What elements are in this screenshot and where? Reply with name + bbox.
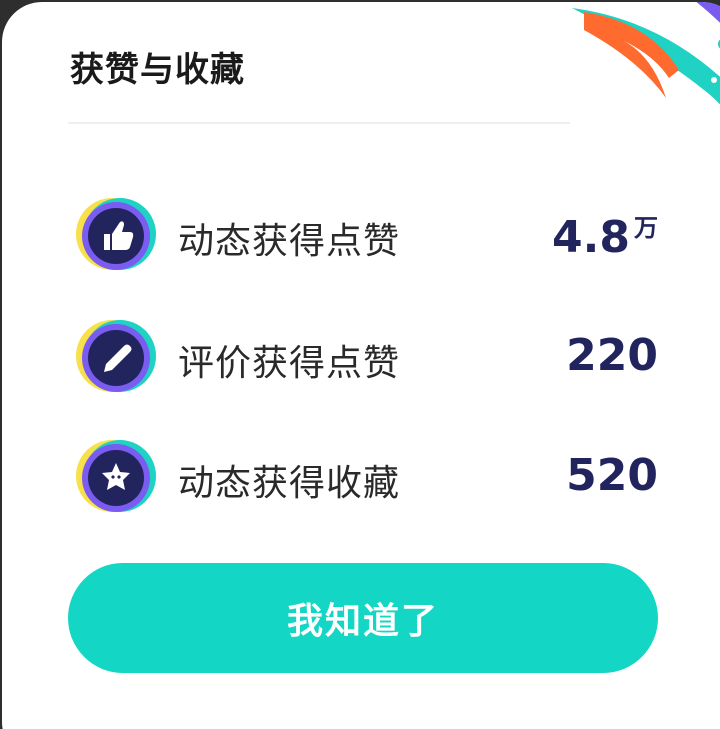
row-label: 评价获得点赞 [178, 343, 401, 384]
value-number: 520 [566, 450, 658, 501]
divider [68, 122, 570, 124]
got-it-button[interactable]: 我知道了 [68, 563, 658, 673]
decoration-swoosh-icon [572, 2, 720, 105]
value-number: 220 [566, 330, 658, 381]
dialog-title: 获赞与收藏 [70, 50, 245, 90]
stat-row-dynamic-likes: 动态获得点赞 4.8 万 [74, 194, 664, 278]
row-value: 4.8 万 [552, 208, 658, 263]
row-label: 动态获得收藏 [178, 463, 401, 504]
value-number: 4.8 [552, 212, 630, 263]
screen: 获赞与收藏 动态获得点赞 4.8 万 评价获得点赞 220 动态获得收藏 520… [0, 0, 720, 729]
row-value: 220 [566, 330, 658, 381]
row-label: 动态获得点赞 [178, 221, 401, 262]
star-icon [76, 440, 156, 512]
stat-row-dynamic-favorites: 动态获得收藏 520 [74, 436, 664, 520]
stat-row-review-likes: 评价获得点赞 220 [74, 316, 664, 400]
pen-icon [76, 320, 156, 392]
likes-favorites-dialog: 获赞与收藏 动态获得点赞 4.8 万 评价获得点赞 220 动态获得收藏 520… [2, 2, 720, 729]
row-value: 520 [566, 450, 658, 501]
thumbs-up-icon [76, 198, 156, 270]
value-unit: 万 [634, 214, 658, 242]
